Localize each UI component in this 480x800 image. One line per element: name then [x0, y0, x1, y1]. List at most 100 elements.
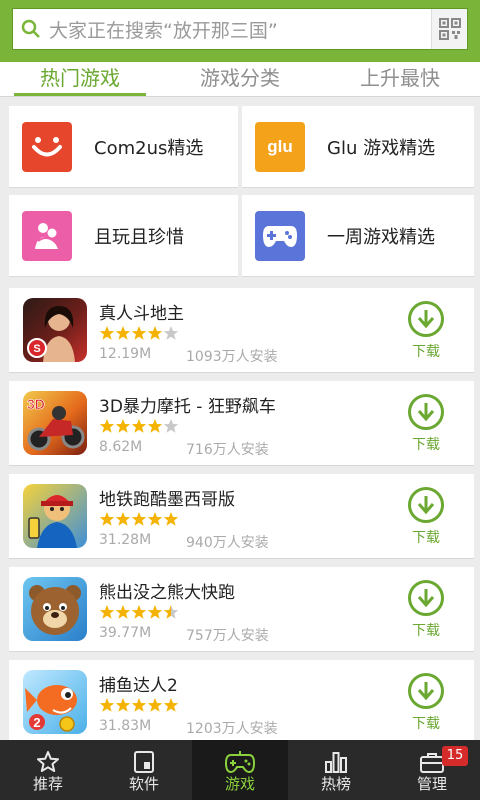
download-label: 下载	[412, 344, 440, 360]
app-size: 31.83M	[99, 718, 152, 734]
star-icon	[131, 697, 147, 713]
star-icon	[131, 604, 147, 620]
category-enjoy[interactable]: 且玩且珍惜	[9, 195, 238, 277]
category-label: Com2us精选	[94, 137, 204, 159]
tab-divider	[0, 96, 480, 97]
star-icon	[99, 697, 115, 713]
download-icon	[408, 301, 444, 337]
app-size: 31.28M	[99, 532, 152, 548]
list-item[interactable]: S 真人斗地主 12.19M 1093万人安装 下载	[9, 288, 474, 373]
app-name: 真人斗地主	[99, 304, 184, 324]
download-icon	[408, 394, 444, 430]
star-icon	[163, 697, 179, 713]
app-installs: 757万人安装	[186, 628, 269, 644]
app-icon-fish: 2	[23, 670, 87, 734]
qr-scan-icon[interactable]	[431, 9, 467, 49]
com2us-smile-icon	[22, 121, 72, 172]
rating-stars	[99, 511, 179, 527]
category-com2us[interactable]: Com2us精选	[9, 106, 238, 188]
app-name: 地铁跑酷墨西哥版	[99, 490, 235, 510]
svg-text:S: S	[33, 343, 40, 355]
list-item[interactable]: 熊出没之熊大快跑 39.77M 757万人安装 下载	[9, 567, 474, 652]
app-icon	[96, 740, 192, 774]
rating-stars	[99, 604, 179, 620]
hug-icon	[22, 210, 72, 261]
category-label: 且玩且珍惜	[94, 226, 184, 248]
app-name: 捕鱼达人2	[99, 676, 178, 696]
app-icon-subway	[23, 484, 87, 548]
download-button[interactable]: 下载	[402, 487, 450, 547]
update-count-badge: 15	[442, 746, 468, 766]
download-button[interactable]: 下载	[402, 301, 450, 361]
tab-hot-games[interactable]: 热门游戏	[0, 62, 160, 96]
star-icon	[115, 418, 131, 434]
svg-text:2: 2	[33, 715, 40, 730]
star-icon	[147, 697, 163, 713]
download-icon	[408, 673, 444, 709]
star-icon	[115, 604, 131, 620]
download-button[interactable]: 下载	[402, 673, 450, 733]
nav-recommend[interactable]: 推荐	[0, 740, 96, 800]
category-label: Glu 游戏精选	[327, 137, 436, 159]
star-icon	[131, 325, 147, 341]
star-icon	[115, 325, 131, 341]
nav-label: 软件	[128, 775, 159, 793]
bar-chart-icon	[288, 740, 384, 774]
app-installs: 1093万人安装	[186, 349, 278, 365]
star-icon	[147, 511, 163, 527]
app-size: 39.77M	[99, 625, 152, 641]
app-icon-bear	[23, 577, 87, 641]
download-label: 下载	[412, 716, 440, 732]
rating-stars	[99, 418, 179, 434]
gamepad-icon	[192, 740, 288, 774]
star-icon	[147, 418, 163, 434]
star-icon	[147, 325, 163, 341]
nav-software[interactable]: 软件	[96, 740, 192, 800]
download-button[interactable]: 下载	[402, 394, 450, 454]
star-icon	[163, 325, 179, 341]
app-name: 熊出没之熊大快跑	[99, 583, 235, 603]
star-icon	[131, 418, 147, 434]
category-label: 一周游戏精选	[327, 226, 435, 248]
nav-games[interactable]: 游戏	[192, 740, 288, 800]
category-glu[interactable]: glu Glu 游戏精选	[242, 106, 474, 188]
download-label: 下载	[412, 437, 440, 453]
app-size: 8.62M	[99, 439, 143, 455]
star-icon	[0, 740, 96, 774]
tab-game-categories[interactable]: 游戏分类	[160, 62, 320, 96]
tab-rising-fastest[interactable]: 上升最快	[320, 62, 480, 96]
star-icon	[99, 418, 115, 434]
star-icon	[99, 325, 115, 341]
app-icon-moto: 3D	[23, 391, 87, 455]
app-name: 3D暴力摩托 - 狂野飙车	[99, 397, 276, 417]
app-icon-landlord: S	[23, 298, 87, 362]
app-size: 12.19M	[99, 346, 152, 362]
star-icon	[147, 604, 163, 620]
app-installs: 940万人安装	[186, 535, 269, 551]
star-icon	[163, 604, 179, 620]
svg-text:3D: 3D	[27, 396, 45, 412]
svg-text:glu: glu	[267, 137, 293, 156]
download-label: 下载	[412, 623, 440, 639]
rating-stars	[99, 325, 179, 341]
glu-logo-icon: glu	[255, 121, 305, 172]
star-icon	[99, 511, 115, 527]
list-item[interactable]: 2 捕鱼达人2 31.83M 1203万人安装 下载	[9, 660, 474, 745]
app-installs: 716万人安装	[186, 442, 269, 458]
gamepad-icon	[255, 210, 305, 261]
header-bar: 大家正在搜索“放开那三国”	[0, 0, 480, 62]
nav-label: 推荐	[32, 775, 63, 793]
star-icon	[163, 418, 179, 434]
category-weekly[interactable]: 一周游戏精选	[242, 195, 474, 277]
list-item[interactable]: 地铁跑酷墨西哥版 31.28M 940万人安装 下载	[9, 474, 474, 559]
search-placeholder[interactable]: 大家正在搜索“放开那三国”	[49, 16, 431, 43]
list-item[interactable]: 3D 3D暴力摩托 - 狂野飙车 8.62M 716万人安装 下载	[9, 381, 474, 466]
nav-charts[interactable]: 热榜	[288, 740, 384, 800]
download-button[interactable]: 下载	[402, 580, 450, 640]
nav-label: 热榜	[320, 775, 351, 793]
star-icon	[163, 511, 179, 527]
search-box[interactable]: 大家正在搜索“放开那三国”	[12, 8, 468, 50]
download-label: 下载	[412, 530, 440, 546]
app-installs: 1203万人安装	[186, 721, 278, 737]
search-icon	[13, 9, 49, 49]
